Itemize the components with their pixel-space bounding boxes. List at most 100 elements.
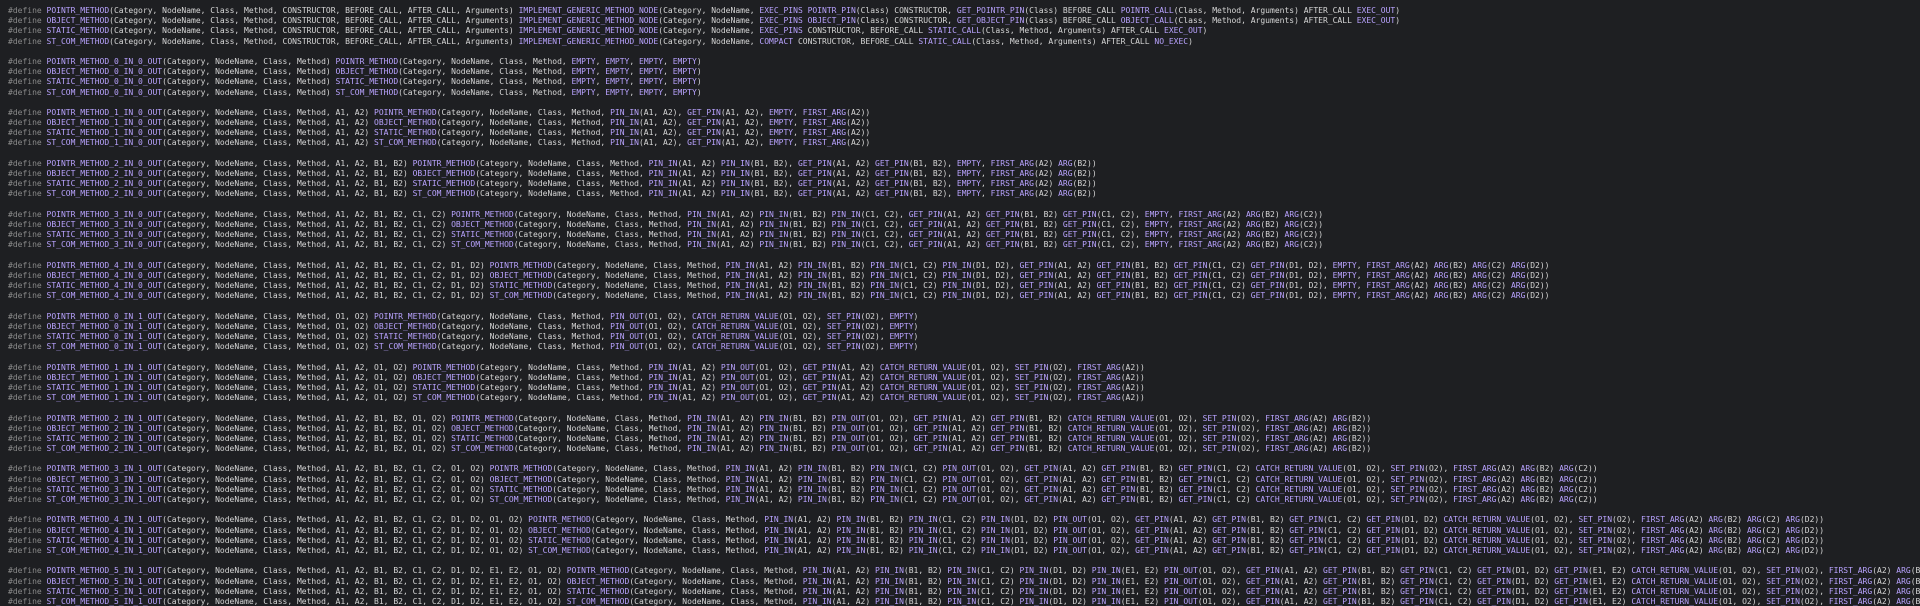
macro-identifier: GET_PIN xyxy=(875,179,909,189)
code-line[interactable]: #define STATIC_METHOD_5_IN_1_OUT(Categor… xyxy=(8,587,1920,597)
code-text: (O2), xyxy=(1612,525,1641,535)
code-text: (Category, NodeName, Class, Method, xyxy=(436,128,611,138)
code-line[interactable]: #define ST_COM_METHOD_2_IN_1_OUT(Categor… xyxy=(8,444,1920,454)
code-line[interactable]: #define ST_COM_METHOD_3_IN_0_OUT(Categor… xyxy=(8,240,1920,250)
code-line[interactable]: #define POINTR_METHOD_5_IN_1_OUT(Categor… xyxy=(8,566,1920,576)
macro-identifier: FIRST_ARG xyxy=(802,138,847,148)
code-line[interactable]: #define STATIC_METHOD_0_IN_1_OUT(Categor… xyxy=(8,332,1920,342)
code-text: (D2)) xyxy=(1799,535,1825,545)
code-text: (Category, NodeName, Class, Method, A1, … xyxy=(162,535,529,545)
code-line[interactable]: #define OBJECT_METHOD(Category, NodeName… xyxy=(8,16,1920,26)
code-line[interactable]: #define OBJECT_METHOD_0_IN_1_OUT(Categor… xyxy=(8,322,1920,332)
code-text: (C1, C2), xyxy=(860,219,909,229)
macro-identifier: IMPLEMENT_GENERIC_METHOD_NODE xyxy=(518,26,659,36)
code-text: (O1, O2), xyxy=(643,321,692,331)
blank-line[interactable] xyxy=(8,352,1920,362)
code-line[interactable]: #define OBJECT_METHOD_3_IN_0_OUT(Categor… xyxy=(8,220,1920,230)
code-text: (O1, O2), xyxy=(754,393,803,403)
macro-identifier: SET_PIN xyxy=(1390,474,1425,484)
code-line[interactable]: #define OBJECT_METHOD_1_IN_1_OUT(Categor… xyxy=(8,373,1920,383)
macro-identifier: GET_PIN xyxy=(1245,566,1280,576)
macro-identifier: ARG xyxy=(1058,158,1073,168)
code-line[interactable]: #define POINTR_METHOD_0_IN_0_OUT(Categor… xyxy=(8,57,1920,67)
code-line[interactable]: #define ST_COM_METHOD_3_IN_1_OUT(Categor… xyxy=(8,495,1920,505)
code-line[interactable]: #define STATIC_METHOD_4_IN_0_OUT(Categor… xyxy=(8,281,1920,291)
code-line[interactable]: #define POINTR_METHOD_4_IN_1_OUT(Categor… xyxy=(8,515,1920,525)
macro-identifier: CATCH_RETURN_VALUE xyxy=(1631,566,1719,576)
code-line[interactable]: #define POINTR_METHOD_1_IN_1_OUT(Categor… xyxy=(8,363,1920,373)
code-text: (Category, NodeName, Class, Method, O1, … xyxy=(162,332,375,341)
macro-identifier: GET_PIN xyxy=(1173,291,1208,301)
code-line[interactable]: #define POINTR_METHOD_1_IN_0_OUT(Categor… xyxy=(8,108,1920,118)
code-line[interactable]: #define STATIC_METHOD_3_IN_1_OUT(Categor… xyxy=(8,485,1920,495)
code-line[interactable]: #define OBJECT_METHOD_3_IN_1_OUT(Categor… xyxy=(8,475,1920,485)
code-line[interactable]: #define STATIC_METHOD_1_IN_0_OUT(Categor… xyxy=(8,128,1920,138)
define-keyword: #define xyxy=(8,311,47,321)
macro-identifier: POINTR_METHOD xyxy=(374,311,437,321)
code-text: (A2) xyxy=(1308,423,1333,433)
code-line[interactable]: #define POINTR_METHOD_3_IN_1_OUT(Categor… xyxy=(8,464,1920,474)
code-line[interactable]: #define STATIC_METHOD(Category, NodeName… xyxy=(8,26,1920,36)
code-text: , xyxy=(595,77,606,87)
code-line[interactable]: #define ST_COM_METHOD_4_IN_1_OUT(Categor… xyxy=(8,546,1920,556)
code-line[interactable]: #define POINTR_METHOD_2_IN_0_OUT(Categor… xyxy=(8,159,1920,169)
code-text: (D1, D2) xyxy=(1048,596,1092,606)
code-line[interactable]: #define STATIC_METHOD_2_IN_0_OUT(Categor… xyxy=(8,179,1920,189)
code-line[interactable]: #define OBJECT_METHOD_4_IN_1_OUT(Categor… xyxy=(8,526,1920,536)
code-line[interactable]: #define ST_COM_METHOD(Category, NodeName… xyxy=(8,37,1920,47)
code-text: (A1, A2) xyxy=(677,169,721,178)
code-line[interactable]: #define ST_COM_METHOD_2_IN_0_OUT(Categor… xyxy=(8,189,1920,199)
blank-line[interactable] xyxy=(8,47,1920,57)
code-text: (A2) xyxy=(1221,209,1246,219)
code-line[interactable]: #define POINTR_METHOD_2_IN_1_OUT(Categor… xyxy=(8,414,1920,424)
code-line[interactable]: #define STATIC_METHOD_2_IN_1_OUT(Categor… xyxy=(8,434,1920,444)
code-line[interactable]: #define STATIC_METHOD_4_IN_1_OUT(Categor… xyxy=(8,536,1920,546)
code-text: (A2) xyxy=(1221,230,1246,240)
code-line[interactable]: #define OBJECT_METHOD_2_IN_0_OUT(Categor… xyxy=(8,169,1920,179)
macro-identifier: ST_COM_METHOD xyxy=(489,291,553,301)
code-line[interactable]: #define ST_COM_METHOD_1_IN_0_OUT(Categor… xyxy=(8,138,1920,148)
code-text: , xyxy=(595,87,606,97)
code-line[interactable]: #define ST_COM_METHOD_0_IN_0_OUT(Categor… xyxy=(8,88,1920,98)
macro-identifier: PIN_OUT xyxy=(610,321,644,331)
blank-line[interactable] xyxy=(8,98,1920,108)
code-text: (A1, A2) xyxy=(754,484,798,494)
blank-line[interactable] xyxy=(8,403,1920,413)
blank-line[interactable] xyxy=(8,301,1920,311)
blank-line[interactable] xyxy=(8,556,1920,566)
macro-identifier: GET_PIN xyxy=(913,413,948,423)
code-text: (B2) xyxy=(1722,525,1747,535)
code-text: (A2) xyxy=(1496,484,1521,494)
code-line[interactable]: #define OBJECT_METHOD_0_IN_0_OUT(Categor… xyxy=(8,67,1920,77)
code-line[interactable]: #define STATIC_METHOD_3_IN_0_OUT(Categor… xyxy=(8,230,1920,240)
blank-line[interactable] xyxy=(8,454,1920,464)
macro-identifier: STATIC_CALL xyxy=(918,36,972,46)
code-line[interactable]: #define ST_COM_METHOD_0_IN_1_OUT(Categor… xyxy=(8,342,1920,352)
code-line[interactable]: #define STATIC_METHOD_1_IN_1_OUT(Categor… xyxy=(8,383,1920,393)
code-editor[interactable]: #define POINTR_METHOD (Category, NodeName… xyxy=(0,0,1920,606)
macro-identifier: OBJECT_METHOD xyxy=(566,576,630,586)
blank-line[interactable] xyxy=(8,251,1920,261)
code-line[interactable]: #define POINTR_METHOD_0_IN_1_OUT(Categor… xyxy=(8,312,1920,322)
macro-identifier: ARG xyxy=(1559,484,1574,494)
macro-identifier: ARG xyxy=(1785,515,1800,525)
code-text: (Category, NodeName, Class, Method, A1, … xyxy=(162,362,413,372)
blank-line[interactable] xyxy=(8,149,1920,159)
macro-identifier: ARG xyxy=(1896,596,1911,606)
macro-identifier: CATCH_RETURN_VALUE xyxy=(879,393,967,403)
code-line[interactable]: #define POINTR_METHOD(Category, NodeName… xyxy=(8,6,1920,16)
code-line[interactable]: #define OBJECT_METHOD_4_IN_0_OUT(Categor… xyxy=(8,271,1920,281)
code-line[interactable]: #define OBJECT_METHOD_2_IN_1_OUT(Categor… xyxy=(8,424,1920,434)
code-line[interactable]: #define OBJECT_METHOD_1_IN_0_OUT(Categor… xyxy=(8,118,1920,128)
code-line[interactable]: #define STATIC_METHOD_0_IN_0_OUT(Categor… xyxy=(8,77,1920,87)
macro-identifier: PIN_OUT xyxy=(1164,596,1198,606)
code-line[interactable]: #define ST_COM_METHOD_5_IN_1_OUT(Categor… xyxy=(8,597,1920,606)
blank-line[interactable] xyxy=(8,200,1920,210)
code-text: (B2) xyxy=(1722,545,1747,555)
code-line[interactable]: #define OBJECT_METHOD_5_IN_1_OUT(Categor… xyxy=(8,577,1920,587)
blank-line[interactable] xyxy=(8,505,1920,515)
code-line[interactable]: #define ST_COM_METHOD_4_IN_0_OUT(Categor… xyxy=(8,291,1920,301)
code-line[interactable]: #define ST_COM_METHOD_1_IN_1_OUT(Categor… xyxy=(8,393,1920,403)
code-line[interactable]: #define POINTR_METHOD_4_IN_0_OUT(Categor… xyxy=(8,261,1920,271)
code-line[interactable]: #define POINTR_METHOD_3_IN_0_OUT(Categor… xyxy=(8,210,1920,220)
